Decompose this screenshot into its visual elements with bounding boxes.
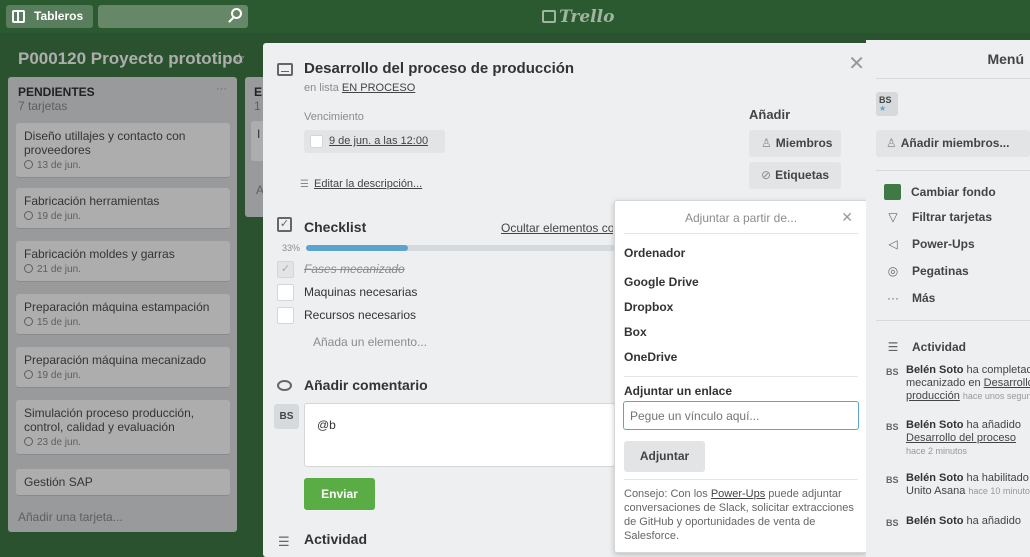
hide-completed-link[interactable]: Ocultar elementos completados xyxy=(501,221,613,235)
checklist-checkbox[interactable]: ✓ xyxy=(277,261,294,278)
card-icon xyxy=(277,63,293,76)
attach-computer[interactable]: Ordenador xyxy=(624,246,685,260)
attach-dropbox[interactable]: Dropbox xyxy=(624,300,673,314)
activity-entry: BS Belén Soto ha añadido Desarrollo del … xyxy=(886,419,1021,456)
avatar[interactable]: BS xyxy=(274,404,299,429)
activity-entry: BS Belén Soto ha habilitado Unito Asana … xyxy=(886,472,1030,497)
checklist-item-text[interactable]: Fases mecanizado xyxy=(304,262,405,276)
attach-link-input[interactable] xyxy=(623,401,859,430)
labels-button[interactable]: ⊘ Etiquetas xyxy=(749,162,841,189)
due-complete-checkbox[interactable] xyxy=(310,135,323,148)
rocket-icon: ◁ xyxy=(888,237,898,251)
attach-button[interactable]: Adjuntar xyxy=(624,441,705,472)
power-ups-item[interactable]: ◁ Power-Ups xyxy=(884,237,974,251)
checklist-checkbox[interactable] xyxy=(277,307,294,324)
attach-link-label: Adjuntar un enlace xyxy=(624,384,733,398)
add-section-title: Añadir xyxy=(749,107,791,122)
more-item[interactable]: ··· Más xyxy=(884,291,935,305)
checklist-icon: ✓ xyxy=(277,217,292,232)
activity-title: Actividad xyxy=(304,531,368,547)
admin-star-icon: ★ xyxy=(879,104,887,113)
logo-icon xyxy=(542,10,556,23)
filter-icon: ▽ xyxy=(888,210,898,224)
avatar[interactable]: BS xyxy=(886,474,899,487)
activity-header: ☰ Actividad xyxy=(884,340,966,354)
checklist-progress-bar xyxy=(306,245,616,251)
add-checklist-item[interactable]: Añada un elemento... xyxy=(313,335,427,349)
activity-entry: BS Belén Soto ha añadido xyxy=(886,515,1021,530)
activity-icon: ☰ xyxy=(278,534,290,549)
divider xyxy=(624,479,858,480)
attach-google-drive[interactable]: Google Drive xyxy=(624,275,699,289)
due-date-badge[interactable]: 9 de jun. a las 12:00 xyxy=(304,130,445,153)
boards-button[interactable]: Tableros xyxy=(6,5,93,28)
divider xyxy=(624,233,858,234)
comment-title: Añadir comentario xyxy=(304,377,428,393)
list-link[interactable]: EN PROCESO xyxy=(342,82,415,94)
close-icon[interactable]: ✕ xyxy=(848,51,865,76)
add-members-button[interactable]: ♙ Añadir miembros... xyxy=(876,130,1030,157)
divider xyxy=(876,170,1030,171)
stickers-item[interactable]: ◎ Pegatinas xyxy=(884,264,969,278)
person-icon: ♙ xyxy=(886,136,897,150)
boards-label: Tableros xyxy=(34,9,84,23)
boards-icon xyxy=(12,10,25,23)
tag-icon: ⊘ xyxy=(761,168,772,182)
divider xyxy=(876,78,1030,79)
top-header: Tableros Trello xyxy=(0,0,1030,33)
more-icon: ··· xyxy=(887,291,899,305)
power-ups-link[interactable]: Power-Ups xyxy=(711,488,765,500)
divider xyxy=(624,376,858,377)
send-button[interactable]: Enviar xyxy=(304,478,375,510)
search-icon[interactable] xyxy=(231,8,242,19)
checklist-item-text[interactable]: Maquinas necesarias xyxy=(304,285,417,299)
divider xyxy=(876,320,1030,321)
avatar[interactable]: BS xyxy=(886,421,899,434)
attach-box[interactable]: Box xyxy=(624,325,647,339)
filter-cards-item[interactable]: ▽ Filtrar tarjetas xyxy=(884,210,992,224)
checklist-checkbox[interactable] xyxy=(277,284,294,301)
avatar[interactable]: BS xyxy=(886,366,899,379)
checklist-item-text[interactable]: Recursos necesarios xyxy=(304,308,416,322)
change-background-item[interactable]: Cambiar fondo xyxy=(884,184,996,200)
comment-input[interactable]: @b xyxy=(304,403,615,467)
members-button[interactable]: ♙ Miembros xyxy=(749,130,841,157)
description-icon: ☰ xyxy=(300,179,309,190)
popover-title: Adjuntar a partir de... xyxy=(684,211,798,225)
activity-icon: ☰ xyxy=(887,340,899,354)
board-menu-sidebar: Menú BS ★ ♙ Añadir miembros... Cambiar fon… xyxy=(866,40,1030,557)
checklist-title[interactable]: Checklist xyxy=(304,219,366,235)
comment-text: @b xyxy=(317,418,336,432)
edit-description-link[interactable]: Editar la descripción... xyxy=(314,178,422,190)
menu-title: Menú xyxy=(987,51,1024,67)
comment-icon xyxy=(277,380,292,391)
checklist-percent: 33% xyxy=(282,243,301,253)
due-date-value[interactable]: 9 de jun. a las 12:00 xyxy=(329,135,428,147)
background-swatch xyxy=(884,184,901,200)
card-detail-title[interactable]: Desarrollo del proceso de producción xyxy=(304,60,574,77)
attach-tip: Consejo: Con los Power-Ups puede adjunta… xyxy=(624,488,854,542)
attach-popover: Adjuntar a partir de... ✕ Ordenador Goog… xyxy=(614,200,868,553)
avatar[interactable]: BS ★ xyxy=(876,92,898,116)
checklist-progress-fill xyxy=(306,245,409,251)
attach-onedrive[interactable]: OneDrive xyxy=(624,350,677,364)
card-list-info: en lista EN PROCESO xyxy=(304,82,416,94)
trello-logo[interactable]: Trello xyxy=(542,7,614,27)
person-icon: ♙ xyxy=(761,136,772,150)
due-date-label: Vencimiento xyxy=(304,111,364,123)
avatar[interactable]: BS xyxy=(886,517,899,530)
close-icon[interactable]: ✕ xyxy=(841,209,853,226)
sticker-icon: ◎ xyxy=(887,264,899,278)
search-input[interactable] xyxy=(98,5,248,28)
activity-entry: BS Belén Soto ha completado mecanizado e… xyxy=(886,364,1030,402)
